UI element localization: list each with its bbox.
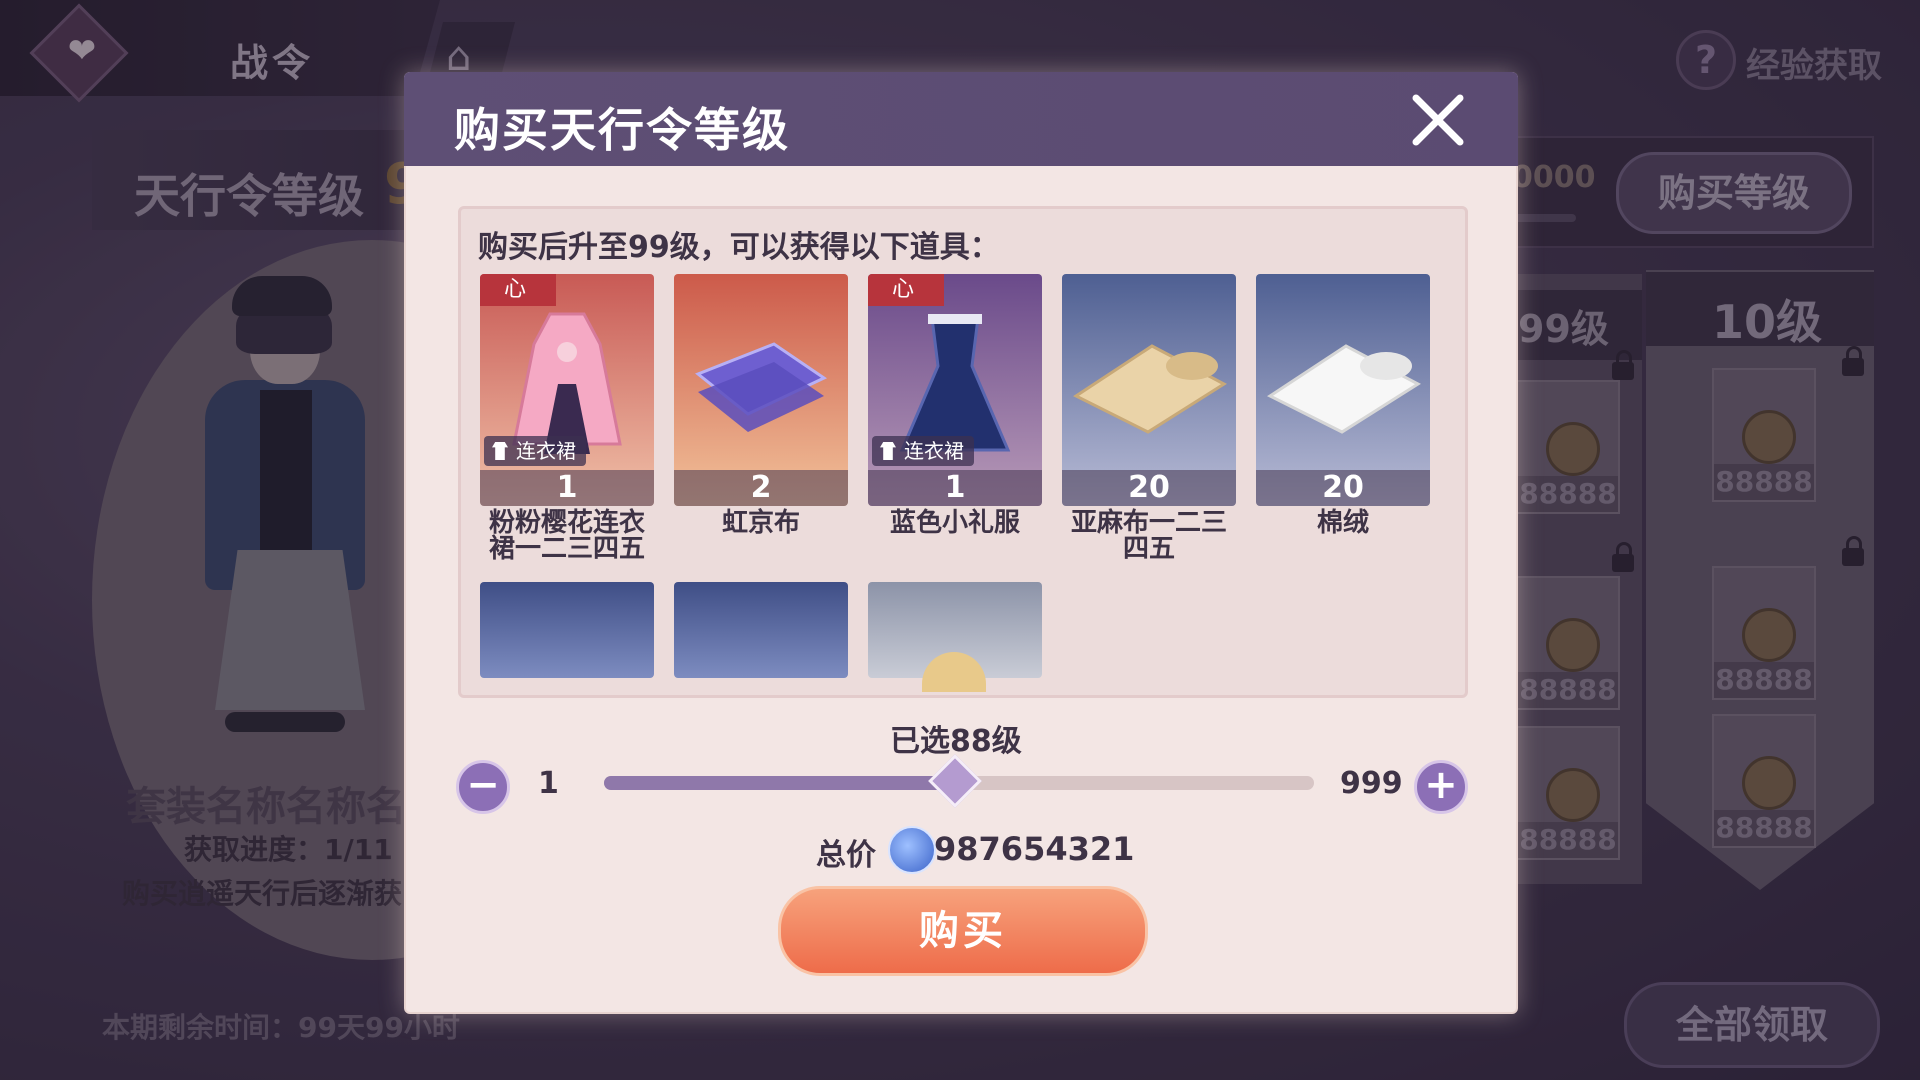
linen-roll-icon <box>1073 344 1227 434</box>
item-count: 20 <box>1062 470 1236 506</box>
dress-icon <box>880 442 896 460</box>
slider-fill <box>604 776 952 790</box>
item-name-line-2: 四五 <box>1122 534 1175 564</box>
decrease-button[interactable]: − <box>456 760 510 814</box>
item-name: 棉绒 <box>1250 510 1436 536</box>
item-frame: 心 连衣裙 1 <box>480 274 654 506</box>
currency-icon <box>888 826 936 874</box>
item-count: 1 <box>480 470 654 506</box>
coin-icon <box>922 652 986 692</box>
dress-type-tag: 连衣裙 <box>872 436 974 466</box>
total-price-label: 总价 <box>816 838 876 873</box>
reward-item-partial[interactable] <box>674 582 848 678</box>
fabric-icon <box>695 342 828 432</box>
dialog-title: 购买天行令等级 <box>454 103 790 157</box>
dress-type-tag: 连衣裙 <box>484 436 586 466</box>
item-frame: 2 <box>674 274 848 506</box>
item-name-line-1: 虹京布 <box>721 508 800 538</box>
buy-button[interactable]: 购买 <box>778 886 1148 976</box>
item-name: 蓝色小礼服 <box>862 510 1048 536</box>
heart-tag: 心 <box>480 274 556 306</box>
dress-type-label: 连衣裙 <box>904 439 964 463</box>
item-count: 1 <box>868 470 1042 506</box>
heart-tag: 心 <box>868 274 944 306</box>
reward-item-partial[interactable] <box>480 582 654 678</box>
item-frame: 20 <box>1256 274 1430 506</box>
item-count: 20 <box>1256 470 1430 506</box>
item-name: 粉粉樱花连衣 裙一二三四五 <box>474 510 660 562</box>
total-price-value: 987654321 <box>934 830 1135 868</box>
item-frame: 心 连衣裙 1 <box>868 274 1042 506</box>
item-name: 亚麻布一二三 四五 <box>1056 510 1242 562</box>
reward-items-hint: 购买后升至99级，可以获得以下道具： <box>478 230 1000 265</box>
item-name-line-1: 蓝色小礼服 <box>889 508 1020 538</box>
item-name-line-2: 裙一二三四五 <box>488 534 645 564</box>
item-name-line-1: 粉粉樱花连衣 <box>488 508 645 538</box>
dress-type-label: 连衣裙 <box>516 439 576 463</box>
dress-icon <box>492 442 508 460</box>
reward-item-partial[interactable] <box>868 582 1042 692</box>
item-name-line-1: 亚麻布一二三 <box>1070 508 1227 538</box>
close-icon[interactable] <box>1410 92 1466 148</box>
increase-button[interactable]: + <box>1414 760 1468 814</box>
item-name: 虹京布 <box>668 510 854 536</box>
selected-level-label: 已选88级 <box>890 724 1022 759</box>
slider-min: 1 <box>538 766 559 801</box>
item-name-line-1: 棉绒 <box>1316 508 1369 538</box>
level-slider[interactable] <box>604 754 1314 808</box>
cotton-roll-icon <box>1267 344 1421 434</box>
item-count: 2 <box>674 470 848 506</box>
item-frame: 20 <box>1062 274 1236 506</box>
slider-max: 999 <box>1340 766 1403 801</box>
